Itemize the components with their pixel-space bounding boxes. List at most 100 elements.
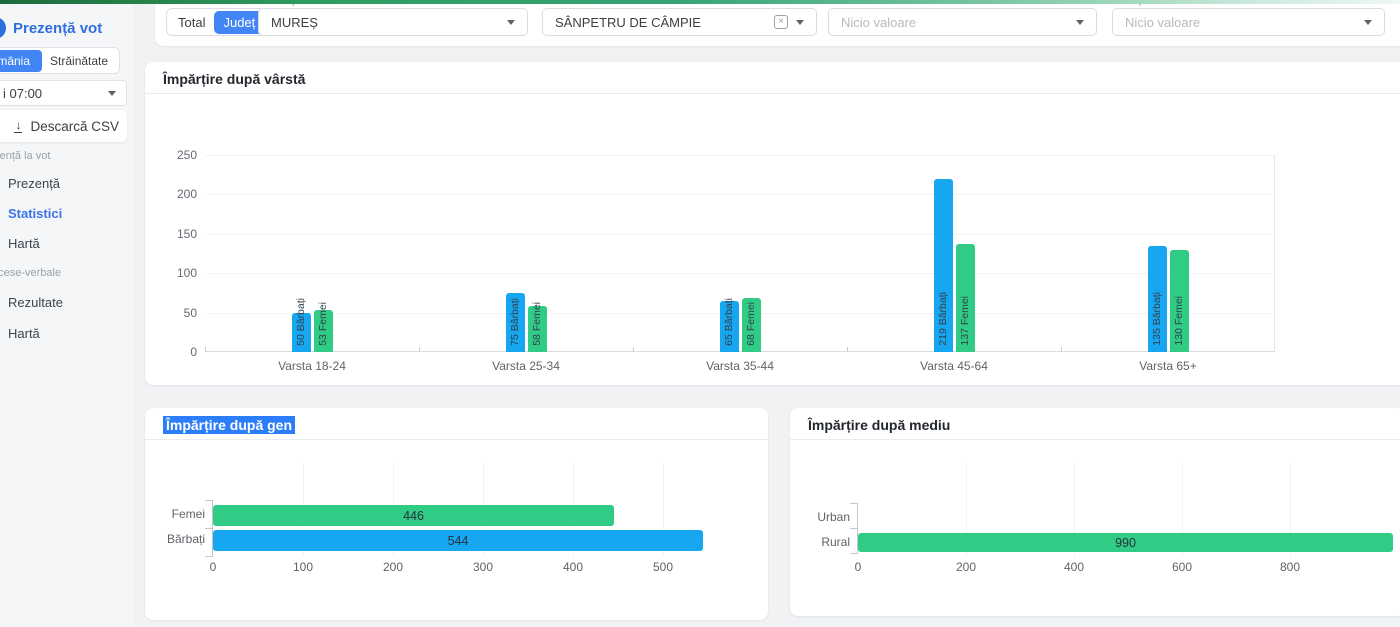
category-label: Bărbați [153,532,205,546]
chevron-down-icon [507,20,515,25]
x-axis-label: Varsta 65+ [1061,359,1275,373]
card-divider [145,93,1400,94]
bar-label: 130 Femei [1174,296,1185,346]
y-axis-label: 150 [157,227,197,241]
sectie-placeholder: Nicio valoare [1125,15,1200,30]
time-select-value: i 07:00 [3,86,42,101]
x-axis-label: Varsta 45-64 [847,359,1061,373]
bar-bărbați: 65 Bărbați [720,301,739,352]
bar-bărbați: 135 Bărbați [1148,246,1167,352]
localitate-placeholder: Nicio valoare [841,15,916,30]
sidebar-section-prezenta-la-vot: Prezență la vot [0,150,50,162]
sectie-select[interactable]: Nicio valoare [1112,8,1385,36]
x-axis-label: 400 [563,560,583,574]
bar-label: 53 Femei [318,302,329,346]
x-axis-label: 200 [383,560,403,574]
nivel-toggle: Total Județ [166,8,267,36]
bar-femei: 137 Femei [956,244,975,352]
x-axis-label: 600 [1172,560,1192,574]
tab-romania[interactable]: România [0,50,42,72]
bar-femei: 58 Femei [528,306,547,352]
bar-femei: 446 [213,505,614,526]
y-axis-tick [850,553,858,554]
y-axis-label: 100 [157,266,197,280]
bar-bărbați: 50 Bărbați [292,313,311,352]
sidebar-item-harta-rezultate[interactable]: Hartă [8,326,40,341]
y-axis-tick [205,556,213,557]
bar-value-label: 544 [448,534,469,548]
bar-label: 219 Bărbați [938,292,949,346]
nivel-option-total[interactable]: Total [169,11,214,34]
x-axis-label: 100 [293,560,313,574]
age-group: 65 Bărbați 68 Femei [633,155,847,352]
country-tabs: România Străinătate [0,47,120,74]
age-group: 50 Bărbați53 Femei [205,155,419,352]
age-group: 219 Bărbați 137 Femei [847,155,1061,352]
y-axis-label: 0 [157,345,197,359]
y-axis-tick [205,500,213,501]
clear-selection-icon[interactable]: × [774,15,788,29]
tab-strainatate[interactable]: Străinătate [42,50,116,72]
age-chart-card: Împărțire după vârstă 05010015020025050 … [145,62,1400,385]
uat-select[interactable]: SÂNPETRU DE CÂMPIE × [542,8,817,36]
x-axis-label: 300 [473,560,493,574]
judet-select[interactable]: MUREȘ [258,8,528,36]
mediu-chart-title: Împărțire după mediu [808,417,950,433]
category-label: Rural [798,535,850,549]
x-axis-label: 200 [956,560,976,574]
bar-label: 75 Bărbați [510,298,521,346]
bar-femei: 130 Femei [1170,250,1189,352]
category-label: Urban [798,510,850,524]
filter-bar: NIVEL JUDEȚ UAT LOCALITATE SECȚIE Total … [155,0,1400,46]
download-csv-label: Descarcă CSV [30,119,119,134]
age-group: 75 Bărbați 58 Femei [419,155,633,352]
app-logo-icon [0,17,6,39]
bar-label: 58 Femei [532,302,543,346]
chevron-down-icon [1076,20,1084,25]
bar-femei: 53 Femei [314,310,333,352]
x-axis-label: Varsta 25-34 [419,359,633,373]
age-group: 135 Bărbați 130 Femei [1061,155,1275,352]
x-axis-label: Varsta 35-44 [633,359,847,373]
bar-bărbați: 75 Bărbați [506,293,525,352]
card-divider [145,439,768,440]
gender-chart-card: Împărțire după gen 0 100 200 300 400 500 Femei… [145,408,768,620]
category-label: Femei [153,507,205,521]
app-title: Prezență vot [13,20,102,37]
y-axis-label: 250 [157,148,197,162]
chevron-down-icon [796,20,804,25]
sidebar-section-procese-verbale: Procese-verbale [0,267,61,279]
x-axis-label: 500 [653,560,673,574]
bar-label: 50 Bărbați [296,298,307,346]
bar-rural: 990 [858,533,1393,552]
mediu-chart-card: Împărțire după mediu 0 200 400 600 800 Urban R… [790,408,1400,616]
age-chart-title: Împărțire după vârstă [163,71,305,87]
bar-value-label: 446 [403,509,424,523]
download-icon: ↓ [14,120,22,133]
selected-text: Împărțire după gen [163,416,295,434]
chevron-down-icon [108,91,116,96]
sidebar-item-rezultate[interactable]: Rezultate [8,295,63,310]
sidebar: Prezență vot România Străinătate i 07:00… [0,0,133,627]
chevron-down-icon [1364,20,1372,25]
x-axis-label: Varsta 18-24 [205,359,419,373]
x-axis-label: 400 [1064,560,1084,574]
time-select[interactable]: i 07:00 [0,80,127,106]
card-divider [790,439,1400,440]
bar-value-label: 990 [1115,536,1136,550]
localitate-select[interactable]: Nicio valoare [828,8,1097,36]
top-progress-strip [0,0,1400,4]
sidebar-item-harta-prezenta[interactable]: Hartă [8,236,40,251]
sidebar-item-statistici[interactable]: Statistici [8,206,62,221]
y-axis-label: 200 [157,187,197,201]
download-csv-button[interactable]: ↓ Descarcă CSV [0,110,127,142]
nivel-option-judet[interactable]: Județ [214,11,264,34]
x-axis-label: 0 [855,560,862,574]
uat-select-value: SÂNPETRU DE CÂMPIE [555,15,701,30]
x-axis-label: 0 [210,560,217,574]
y-axis-tick [850,503,858,504]
sidebar-item-prezenta[interactable]: Prezență [8,176,60,191]
bar-label: 68 Femei [746,302,757,346]
bar-bărbați: 544 [213,530,703,551]
x-axis-label: 800 [1280,560,1300,574]
